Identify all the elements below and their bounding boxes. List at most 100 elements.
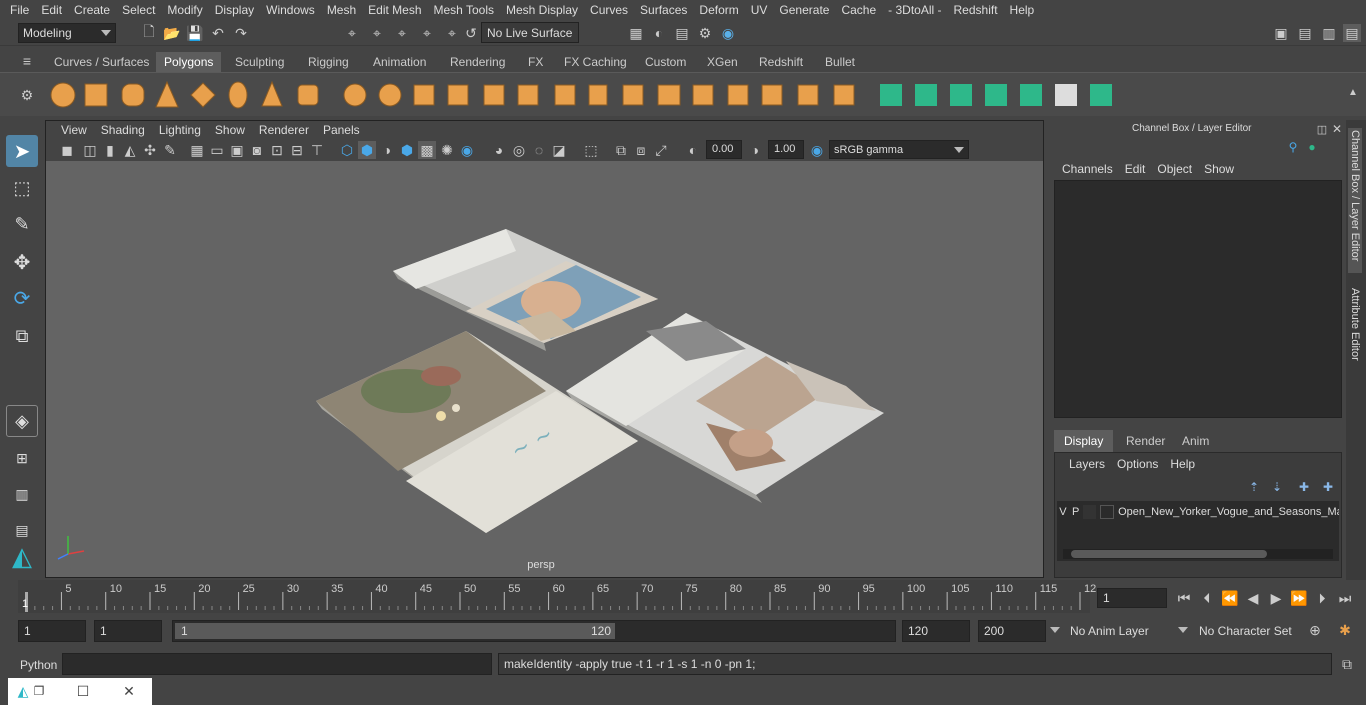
new-scene-icon[interactable]: 🗋 [140, 23, 158, 42]
range-slider[interactable]: 1 120 [172, 620, 896, 642]
step-forward-key-icon[interactable]: ⏩ [1290, 589, 1308, 607]
time-slider[interactable]: 5 10 15 20 25 30 35 40 45 50 55 60 65 70 75 80 85 90 95 100… [0, 580, 1366, 616]
shelf-tab-redshift[interactable]: Redshift [751, 52, 811, 72]
menu-select[interactable]: Select [116, 3, 161, 17]
ambient-occlusion-icon[interactable]: ◌ [530, 141, 548, 159]
four-view-layout-icon[interactable]: ⊞ [6, 442, 38, 474]
poly-plane-icon[interactable] [190, 82, 216, 108]
hypershade-icon[interactable]: ◉ [719, 24, 737, 42]
command-input[interactable] [62, 653, 492, 675]
uv-unfold-icon[interactable] [1020, 84, 1042, 106]
shelf-tab-animation[interactable]: Animation [365, 52, 434, 72]
menu-surfaces[interactable]: Surfaces [634, 3, 693, 17]
layer-visibility-toggle[interactable]: V [1057, 506, 1069, 518]
uv-spherical-icon[interactable] [950, 84, 972, 106]
snap-curve-icon[interactable]: ⌖ [443, 24, 461, 42]
camera-attributes-icon[interactable]: ◫ [81, 141, 99, 159]
extrude-icon[interactable] [517, 84, 539, 106]
layer-color-swatch[interactable] [1100, 505, 1115, 519]
merge-icon[interactable] [761, 84, 783, 106]
single-view-layout-icon[interactable]: ◈ [6, 405, 38, 437]
menu-modify[interactable]: Modify [161, 3, 208, 17]
select-tool-icon[interactable]: ➤ [6, 135, 38, 167]
channel-menu-object[interactable]: Object [1151, 162, 1198, 176]
menu-help[interactable]: Help [1004, 3, 1041, 17]
shelf-tab-bullet[interactable]: Bullet [817, 52, 863, 72]
channel-menu-edit[interactable]: Edit [1119, 162, 1152, 176]
character-set-selector[interactable]: No Character Set [1199, 624, 1292, 638]
scale-tool-icon[interactable]: ⧉ [6, 320, 38, 352]
layer-playback-toggle[interactable]: P [1069, 506, 1083, 518]
layer-tab-render[interactable]: Render [1116, 430, 1175, 452]
go-to-end-icon[interactable]: ⏭ [1336, 589, 1354, 607]
uv-automatic-icon[interactable] [985, 84, 1007, 106]
gate-mask-icon[interactable]: ◙ [248, 141, 266, 159]
range-slider-handle[interactable]: 1 120 [175, 623, 615, 639]
side-tab-attribute-editor[interactable]: Attribute Editor [1349, 288, 1361, 361]
lasso-tool-icon[interactable]: ⬚ [6, 172, 38, 204]
layer-tab-display[interactable]: Display [1054, 430, 1114, 452]
channel-box-toggle-icon[interactable]: ▤ [1343, 24, 1361, 42]
channel-menu-channels[interactable]: Channels [1056, 162, 1119, 176]
viewport-scene[interactable]: ~ ~ persp [46, 161, 1043, 577]
ipr-render-icon[interactable]: ▤ [673, 24, 691, 42]
layer-name[interactable]: Open_New_Yorker_Vogue_and_Seasons_Ma [1118, 506, 1339, 518]
shelf-tab-rendering[interactable]: Rendering [442, 52, 513, 72]
insert-edge-loop-icon[interactable] [727, 84, 749, 106]
restore-icon[interactable]: ❐ [30, 682, 48, 700]
bookmark-icon[interactable]: ▮ [101, 141, 119, 159]
menu-mesh-tools[interactable]: Mesh Tools [428, 3, 500, 17]
move-tool-icon[interactable]: ✥ [6, 246, 38, 278]
play-backwards-icon[interactable]: ◀ [1244, 589, 1262, 607]
viewport-menu-shading[interactable]: Shading [94, 123, 152, 137]
frame-selection-icon[interactable]: ⧈ [632, 141, 650, 159]
animation-start-field[interactable]: 1 [18, 620, 86, 642]
shelf-scroll-icon[interactable]: ▲ [1344, 83, 1362, 101]
color-management-icon[interactable]: ◉ [808, 141, 826, 159]
viewport-menu-lighting[interactable]: Lighting [152, 123, 208, 137]
multi-cut-icon[interactable] [554, 84, 576, 106]
shadows-icon[interactable]: ⬢ [398, 141, 416, 159]
xray-joints-icon[interactable]: ◎ [510, 141, 528, 159]
isolate-select-icon[interactable]: ◉ [458, 141, 476, 159]
layer-tab-anim[interactable]: Anim [1172, 430, 1219, 452]
wireframe-icon[interactable]: ⬡ [338, 141, 356, 159]
menu-create[interactable]: Create [68, 3, 116, 17]
channel-list[interactable] [1054, 180, 1342, 418]
side-tab-channel-box[interactable]: Channel Box / Layer Editor [1348, 128, 1362, 273]
menu-display[interactable]: Display [209, 3, 260, 17]
viewport-menu-panels[interactable]: Panels [316, 123, 367, 137]
animation-end-field[interactable]: 200 [978, 620, 1046, 642]
shelf-tab-fx[interactable]: FX [520, 52, 551, 72]
move-layer-up-icon[interactable]: ⇡ [1245, 478, 1263, 496]
script-language-label[interactable]: Python [20, 658, 57, 672]
gamma-icon[interactable]: ◑ [746, 141, 764, 159]
select-camera-icon[interactable]: ⬚ [582, 141, 600, 159]
chevron-down-icon[interactable] [1050, 621, 1064, 641]
poly-pipe-icon[interactable] [297, 84, 319, 106]
go-to-start-icon[interactable]: ⏮ [1175, 589, 1193, 607]
rotate-tool-icon[interactable]: ⟳ [6, 282, 38, 314]
field-chart-icon[interactable]: ⊡ [268, 141, 286, 159]
safe-title-icon[interactable]: ⊤ [308, 141, 326, 159]
poly-sphere-icon[interactable] [50, 82, 76, 108]
viewport-menu-renderer[interactable]: Renderer [252, 123, 316, 137]
playback-start-field[interactable]: 1 [94, 620, 162, 642]
uv-cylindrical-icon[interactable] [915, 84, 937, 106]
target-weld-icon[interactable] [797, 84, 819, 106]
current-frame-field[interactable]: 1 [1097, 588, 1167, 608]
paint-select-tool-icon[interactable]: ✎ [6, 208, 38, 240]
uv-checker-icon[interactable] [1055, 84, 1077, 106]
film-gate-icon[interactable]: ▭ [208, 141, 226, 159]
frame-all-icon[interactable]: ⧉ [612, 141, 630, 159]
open-scene-icon[interactable]: 📂 [163, 24, 181, 42]
bevel-icon[interactable] [588, 84, 608, 106]
layer-menu-options[interactable]: Options [1111, 457, 1164, 471]
anim-layer-selector[interactable]: No Anim Layer [1070, 624, 1149, 638]
script-editor-icon[interactable]: ⧉ [1338, 655, 1356, 673]
redo-icon[interactable]: ↷ [232, 24, 250, 42]
uv-planar-icon[interactable] [880, 84, 902, 106]
menu-3dtoall[interactable]: - 3DtoAll - [882, 3, 947, 17]
shelf-tab-fx-caching[interactable]: FX Caching [556, 52, 635, 72]
uv-layout-icon[interactable] [1090, 84, 1112, 106]
